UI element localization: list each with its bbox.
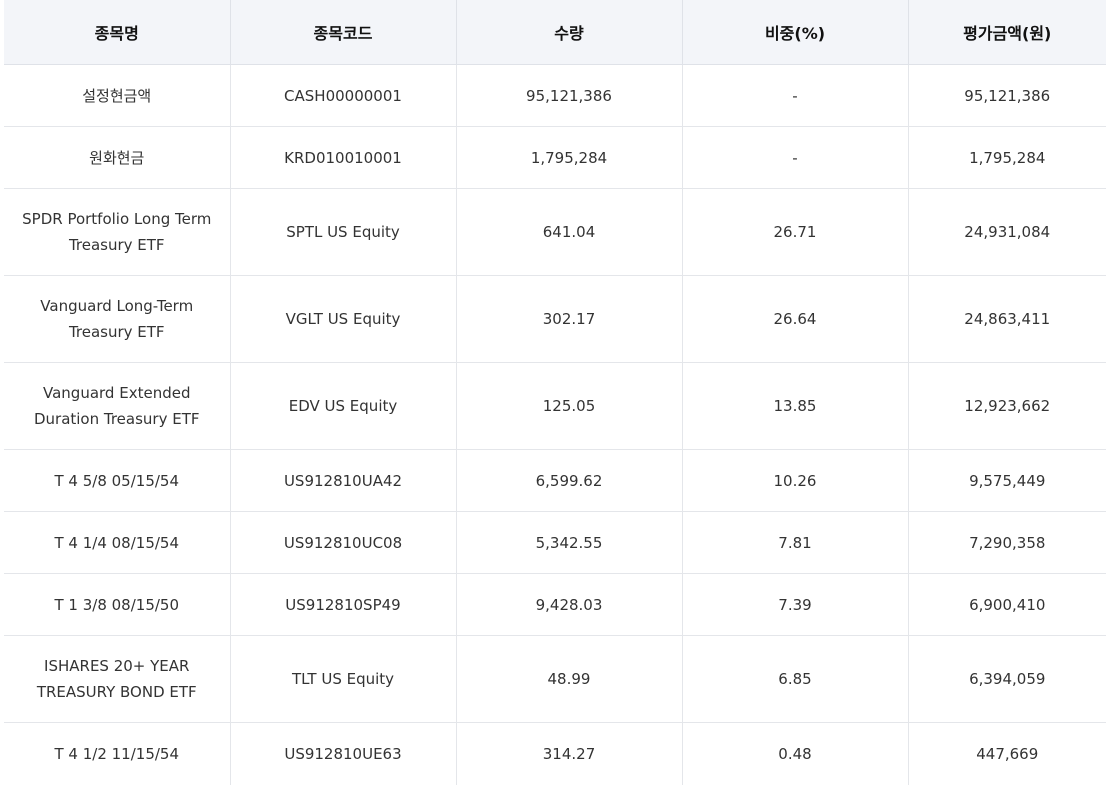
table-row: T 1 3/8 08/15/50 US912810SP49 9,428.03 7… xyxy=(4,573,1106,636)
cell-weight: 26.71 xyxy=(682,188,909,276)
cell-code: TLT US Equity xyxy=(230,635,457,723)
header-code: 종목코드 xyxy=(230,0,457,65)
cell-code: US912810UA42 xyxy=(230,449,457,512)
table-row: T 4 5/8 05/15/54 US912810UA42 6,599.62 1… xyxy=(4,449,1106,512)
table-row: Vanguard Long-Term Treasury ETF VGLT US … xyxy=(4,275,1106,363)
cell-quantity: 95,121,386 xyxy=(456,64,683,127)
cell-value: 6,394,059 xyxy=(908,635,1106,723)
table-row: ISHARES 20+ YEAR TREASURY BOND ETF TLT U… xyxy=(4,635,1106,723)
header-value: 평가금액(원) xyxy=(908,0,1106,65)
cell-code: KRD010010001 xyxy=(230,126,457,189)
cell-name: T 4 1/2 11/15/54 xyxy=(4,722,231,785)
cell-value: 9,575,449 xyxy=(908,449,1106,512)
cell-code: US912810UE63 xyxy=(230,722,457,785)
cell-name: Vanguard Long-Term Treasury ETF xyxy=(4,275,231,363)
cell-name: T 1 3/8 08/15/50 xyxy=(4,573,231,636)
table-header: 종목명 종목코드 수량 비중(%) 평가금액(원) xyxy=(4,0,1106,65)
cell-weight: 10.26 xyxy=(682,449,909,512)
header-weight: 비중(%) xyxy=(682,0,909,65)
header-row: 종목명 종목코드 수량 비중(%) 평가금액(원) xyxy=(4,0,1106,65)
cell-weight: - xyxy=(682,64,909,127)
cell-value: 12,923,662 xyxy=(908,362,1106,450)
cell-weight: 7.81 xyxy=(682,511,909,574)
table-row: SPDR Portfolio Long Term Treasury ETF SP… xyxy=(4,188,1106,276)
cell-quantity: 6,599.62 xyxy=(456,449,683,512)
cell-quantity: 641.04 xyxy=(456,188,683,276)
holdings-table: 종목명 종목코드 수량 비중(%) 평가금액(원) 설정현금액 CASH0000… xyxy=(4,0,1106,785)
cell-name: T 4 5/8 05/15/54 xyxy=(4,449,231,512)
cell-value: 95,121,386 xyxy=(908,64,1106,127)
cell-code: US912810SP49 xyxy=(230,573,457,636)
cell-quantity: 5,342.55 xyxy=(456,511,683,574)
cell-name: T 4 1/4 08/15/54 xyxy=(4,511,231,574)
cell-weight: 26.64 xyxy=(682,275,909,363)
cell-quantity: 9,428.03 xyxy=(456,573,683,636)
cell-quantity: 125.05 xyxy=(456,362,683,450)
cell-value: 7,290,358 xyxy=(908,511,1106,574)
cell-value: 24,863,411 xyxy=(908,275,1106,363)
cell-weight: - xyxy=(682,126,909,189)
holdings-table-container: 종목명 종목코드 수량 비중(%) 평가금액(원) 설정현금액 CASH0000… xyxy=(4,0,1106,785)
table-body: 설정현금액 CASH00000001 95,121,386 - 95,121,3… xyxy=(4,64,1106,785)
cell-code: CASH00000001 xyxy=(230,64,457,127)
cell-code: SPTL US Equity xyxy=(230,188,457,276)
cell-quantity: 302.17 xyxy=(456,275,683,363)
cell-value: 1,795,284 xyxy=(908,126,1106,189)
table-row: 설정현금액 CASH00000001 95,121,386 - 95,121,3… xyxy=(4,64,1106,127)
cell-name: 원화현금 xyxy=(4,126,231,189)
cell-quantity: 48.99 xyxy=(456,635,683,723)
cell-value: 24,931,084 xyxy=(908,188,1106,276)
cell-code: US912810UC08 xyxy=(230,511,457,574)
header-quantity: 수량 xyxy=(456,0,683,65)
table-row: Vanguard Extended Duration Treasury ETF … xyxy=(4,362,1106,450)
cell-value: 6,900,410 xyxy=(908,573,1106,636)
cell-weight: 13.85 xyxy=(682,362,909,450)
cell-name: ISHARES 20+ YEAR TREASURY BOND ETF xyxy=(4,635,231,723)
cell-weight: 6.85 xyxy=(682,635,909,723)
cell-quantity: 314.27 xyxy=(456,722,683,785)
cell-name: SPDR Portfolio Long Term Treasury ETF xyxy=(4,188,231,276)
table-row: T 4 1/4 08/15/54 US912810UC08 5,342.55 7… xyxy=(4,511,1106,574)
cell-quantity: 1,795,284 xyxy=(456,126,683,189)
table-row: T 4 1/2 11/15/54 US912810UE63 314.27 0.4… xyxy=(4,722,1106,785)
cell-code: EDV US Equity xyxy=(230,362,457,450)
cell-code: VGLT US Equity xyxy=(230,275,457,363)
table-row: 원화현금 KRD010010001 1,795,284 - 1,795,284 xyxy=(4,126,1106,189)
cell-name: 설정현금액 xyxy=(4,64,231,127)
cell-value: 447,669 xyxy=(976,744,1039,763)
cell-name: Vanguard Extended Duration Treasury ETF xyxy=(4,362,231,450)
cell-weight: 7.39 xyxy=(682,573,909,636)
cell-weight: 0.48 xyxy=(682,722,909,785)
header-name: 종목명 xyxy=(4,0,231,65)
